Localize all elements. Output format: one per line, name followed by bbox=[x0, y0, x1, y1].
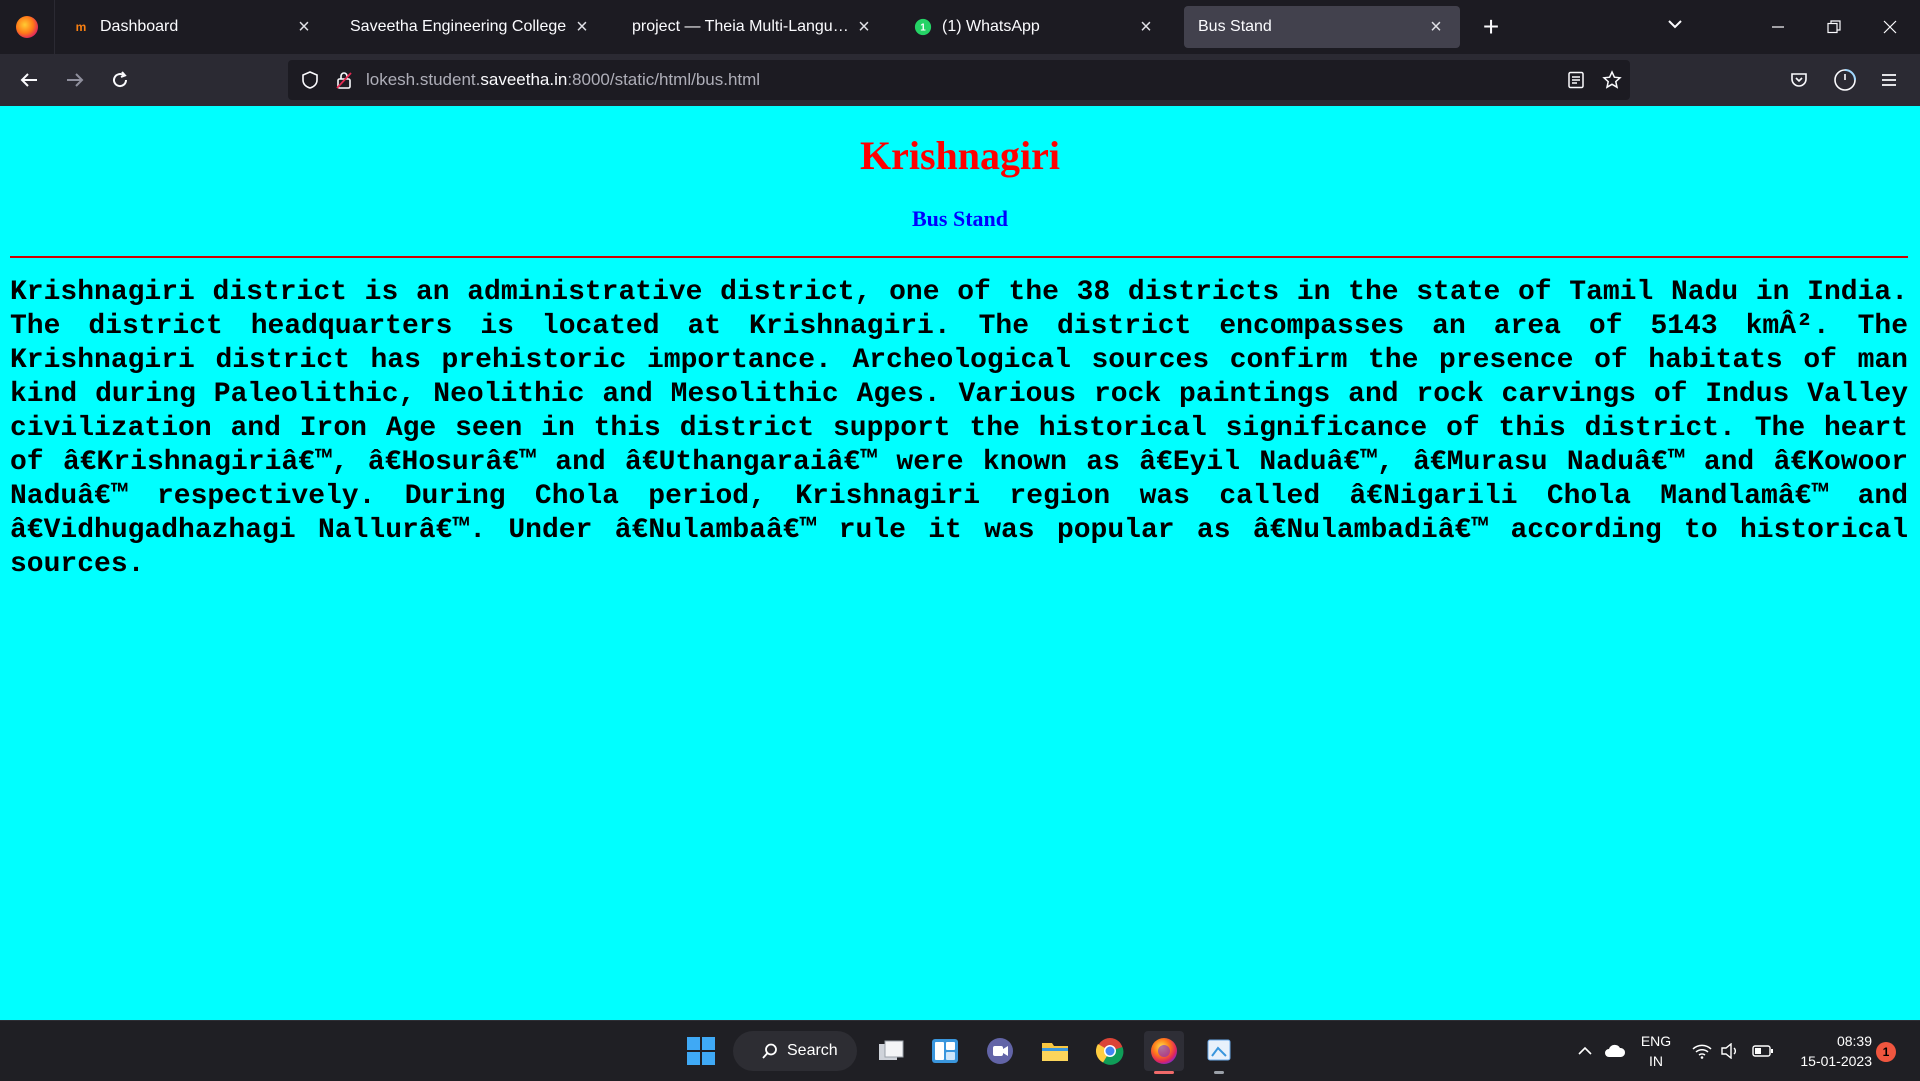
start-button[interactable] bbox=[681, 1031, 721, 1071]
cloud-icon bbox=[1605, 1044, 1626, 1057]
wifi-status[interactable] bbox=[1688, 1021, 1716, 1081]
url-prefix: lokesh.student. bbox=[366, 70, 481, 89]
clock-time: 08:39 bbox=[1836, 1033, 1872, 1049]
tab-theia[interactable]: project — Theia Multi-Language Ex × bbox=[618, 6, 888, 48]
teams-chat-icon bbox=[987, 1038, 1013, 1064]
language-code: ENG bbox=[1640, 1033, 1672, 1049]
clock-date: 15-01-2023 bbox=[1800, 1053, 1872, 1069]
pocket-icon bbox=[1791, 73, 1807, 87]
battery-status[interactable] bbox=[1748, 1021, 1778, 1081]
tab-label: Saveetha Engineering College bbox=[350, 18, 567, 35]
close-icon[interactable]: × bbox=[854, 16, 874, 38]
bookmark-star-icon[interactable] bbox=[1600, 68, 1624, 92]
battery-icon bbox=[1752, 1045, 1773, 1057]
new-tab-button[interactable]: + bbox=[1476, 12, 1506, 42]
tab-label: project — Theia Multi-Language Ex bbox=[632, 18, 854, 35]
tab-dashboard[interactable]: m Dashboard × bbox=[58, 6, 328, 48]
close-icon[interactable]: × bbox=[1136, 16, 1156, 38]
file-explorer-button[interactable] bbox=[1035, 1031, 1075, 1071]
account-button[interactable] bbox=[1828, 63, 1862, 97]
restore-icon bbox=[1827, 20, 1841, 34]
shield-icon[interactable] bbox=[298, 68, 322, 92]
firefox-taskbar-button[interactable] bbox=[1144, 1031, 1184, 1071]
wifi-icon bbox=[1692, 1044, 1712, 1059]
page-title: Krishnagiri bbox=[859, 133, 1061, 178]
firefox-view-button[interactable] bbox=[0, 0, 55, 54]
tab-whatsapp[interactable]: 1 (1) WhatsApp × bbox=[900, 6, 1170, 48]
close-window-button[interactable] bbox=[1870, 10, 1910, 44]
search-label: Search bbox=[787, 1042, 838, 1059]
horizontal-rule bbox=[10, 256, 1908, 258]
widgets-button[interactable] bbox=[925, 1031, 965, 1071]
tab-strip: m Dashboard × Saveetha Engineering Colle… bbox=[0, 0, 1920, 54]
forward-button[interactable] bbox=[58, 63, 92, 97]
browser-window: m Dashboard × Saveetha Engineering Colle… bbox=[0, 0, 1920, 1081]
close-icon[interactable]: × bbox=[294, 16, 314, 38]
teams-chat-button[interactable] bbox=[980, 1031, 1020, 1071]
notification-badge[interactable]: 1 bbox=[1876, 1042, 1896, 1062]
svg-text:1: 1 bbox=[920, 23, 926, 34]
close-icon bbox=[1883, 20, 1897, 34]
search-icon bbox=[762, 1043, 777, 1059]
arrow-left-icon bbox=[20, 73, 37, 87]
input-language-indicator[interactable]: ENG IN bbox=[1633, 1031, 1679, 1071]
navigation-toolbar: lokesh.student.saveetha.in:8000/static/h… bbox=[0, 54, 1920, 106]
task-view-icon bbox=[879, 1040, 904, 1060]
show-hidden-icons-button[interactable] bbox=[1572, 1021, 1598, 1081]
taskbar: Search ENG IN 08:39 15-01-2023 1 bbox=[0, 1020, 1920, 1081]
pocket-button[interactable] bbox=[1782, 63, 1816, 97]
tab-label: Bus Stand bbox=[1198, 18, 1272, 35]
tab-label: Dashboard bbox=[100, 18, 179, 35]
hamburger-menu-icon bbox=[1882, 74, 1896, 86]
account-icon bbox=[1834, 69, 1856, 91]
restore-button[interactable] bbox=[1814, 10, 1854, 44]
reload-button[interactable] bbox=[103, 63, 137, 97]
district-description: Krishnagiri district is an administrativ… bbox=[10, 277, 1908, 580]
address-bar[interactable]: lokesh.student.saveetha.in:8000/static/h… bbox=[288, 60, 1630, 100]
firefox-icon bbox=[16, 16, 38, 38]
page-subtitle: Bus Stand bbox=[911, 206, 1008, 231]
folder-icon bbox=[1042, 1043, 1068, 1061]
url-suffix: :8000/static/html/bus.html bbox=[567, 70, 761, 89]
tab-saveetha[interactable]: Saveetha Engineering College × bbox=[336, 6, 606, 48]
onedrive-button[interactable] bbox=[1601, 1021, 1629, 1081]
region-code: IN bbox=[1649, 1053, 1663, 1069]
moodle-icon: m bbox=[75, 20, 87, 34]
app-menu-button[interactable] bbox=[1872, 63, 1906, 97]
volume-status[interactable] bbox=[1716, 1021, 1744, 1081]
close-icon[interactable]: × bbox=[572, 16, 592, 38]
firefox-icon bbox=[1151, 1038, 1177, 1064]
taskbar-clock[interactable]: 08:39 15-01-2023 bbox=[1780, 1031, 1872, 1071]
whatsapp-icon: 1 bbox=[914, 18, 932, 36]
close-icon[interactable]: × bbox=[1426, 16, 1446, 38]
task-view-button[interactable] bbox=[871, 1031, 911, 1071]
minimize-icon bbox=[1772, 26, 1784, 28]
snipping-tool-button[interactable] bbox=[1199, 1031, 1239, 1071]
url-domain: saveetha.in bbox=[480, 70, 568, 89]
chrome-button[interactable] bbox=[1090, 1031, 1130, 1071]
snipping-tool-icon bbox=[1207, 1039, 1231, 1061]
reader-view-icon[interactable] bbox=[1564, 68, 1588, 92]
web-page: Krishnagiri Bus Stand Krishnagiri distri… bbox=[0, 106, 1920, 1020]
chevron-up-icon bbox=[1578, 1046, 1592, 1055]
chrome-icon bbox=[1095, 1038, 1124, 1065]
taskbar-search[interactable]: Search bbox=[733, 1031, 857, 1071]
tab-label: (1) WhatsApp bbox=[942, 18, 1040, 35]
tab-bus-stand[interactable]: Bus Stand × bbox=[1184, 6, 1460, 48]
chevron-down-icon bbox=[1668, 20, 1682, 29]
snipping-tool-running-indicator bbox=[1214, 1071, 1224, 1074]
url-text[interactable]: lokesh.student.saveetha.in:8000/static/h… bbox=[366, 70, 760, 90]
insecure-lock-icon[interactable] bbox=[332, 68, 356, 92]
minimize-button[interactable] bbox=[1758, 10, 1798, 44]
speaker-icon bbox=[1721, 1043, 1736, 1059]
widgets-icon bbox=[932, 1039, 958, 1063]
reload-icon bbox=[113, 71, 128, 88]
arrow-right-icon bbox=[67, 73, 84, 87]
firefox-active-indicator bbox=[1154, 1071, 1174, 1074]
list-all-tabs-button[interactable] bbox=[1660, 12, 1690, 42]
windows-icon bbox=[687, 1037, 715, 1065]
back-button[interactable] bbox=[12, 63, 46, 97]
